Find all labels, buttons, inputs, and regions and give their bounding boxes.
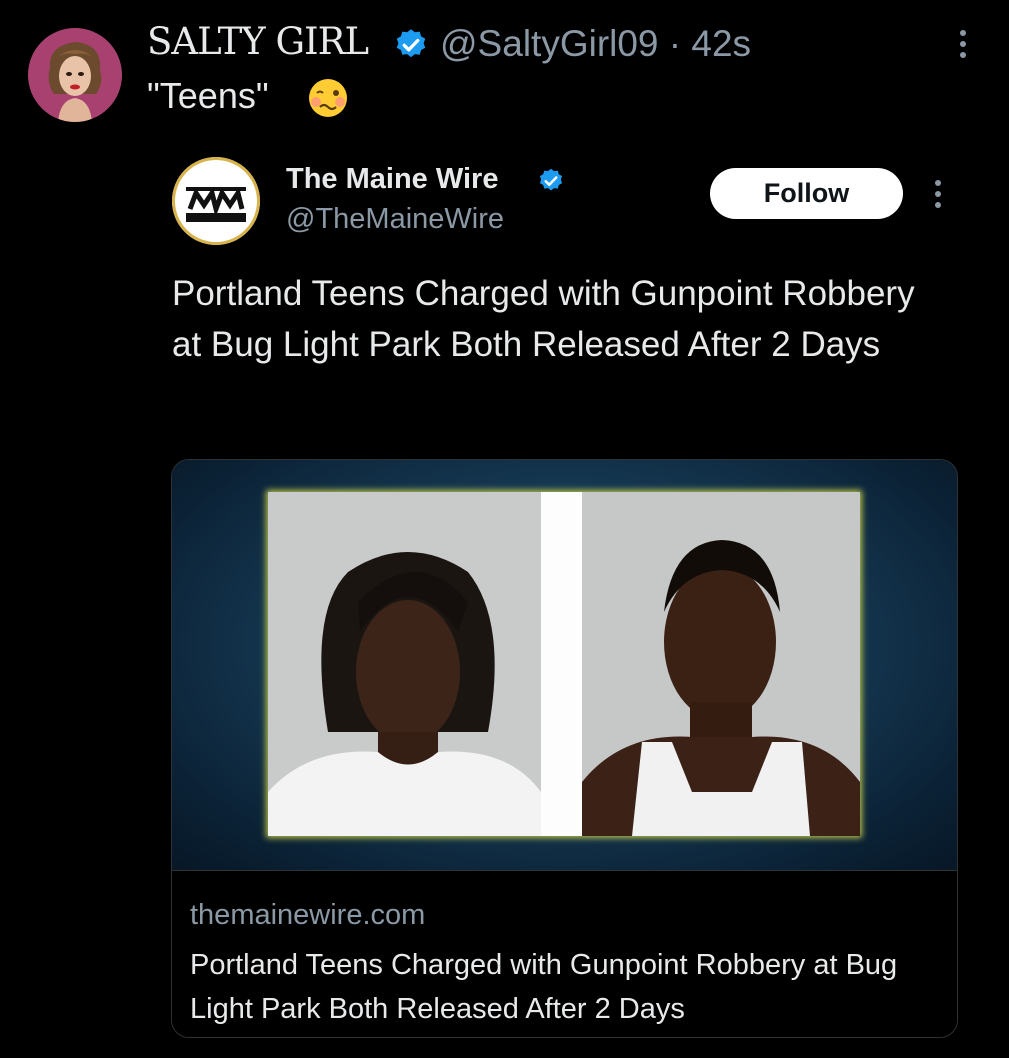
maine-wire-logo-icon [186,186,246,222]
avatar-image [28,28,122,122]
card-image [172,460,957,870]
handle-and-timestamp[interactable]: @SaltyGirl09 · 42s [440,23,751,65]
quoted-headline: Portland Teens Charged with Gunpoint Rob… [172,274,915,364]
author-name[interactable]: SALTY GIRL [147,20,369,63]
verified-badge-icon [396,29,426,58]
image-divider [541,492,582,836]
mugshot-frame [268,492,860,836]
link-card[interactable]: themainewire.com Portland Teens Charged … [171,459,958,1038]
mugshot-right [582,492,860,836]
avatar[interactable] [28,28,122,122]
card-footer: themainewire.com Portland Teens Charged … [172,870,957,1037]
quoted-handle[interactable]: @TheMaineWire [286,203,504,236]
card-title: Portland Teens Charged with Gunpoint Rob… [190,949,898,1025]
mugshot-left [268,492,541,836]
card-domain: themainewire.com [190,899,426,931]
tweet-text: "Teens" [147,75,269,116]
more-options-icon[interactable] [953,30,973,66]
verified-badge-icon [539,168,563,191]
maine-wire-logo[interactable] [172,157,260,245]
quoted-author-name[interactable]: The Maine Wire [286,163,498,196]
woozy-face-emoji-icon [309,79,347,117]
more-options-icon[interactable] [928,180,948,212]
follow-button[interactable]: Follow [710,168,903,219]
